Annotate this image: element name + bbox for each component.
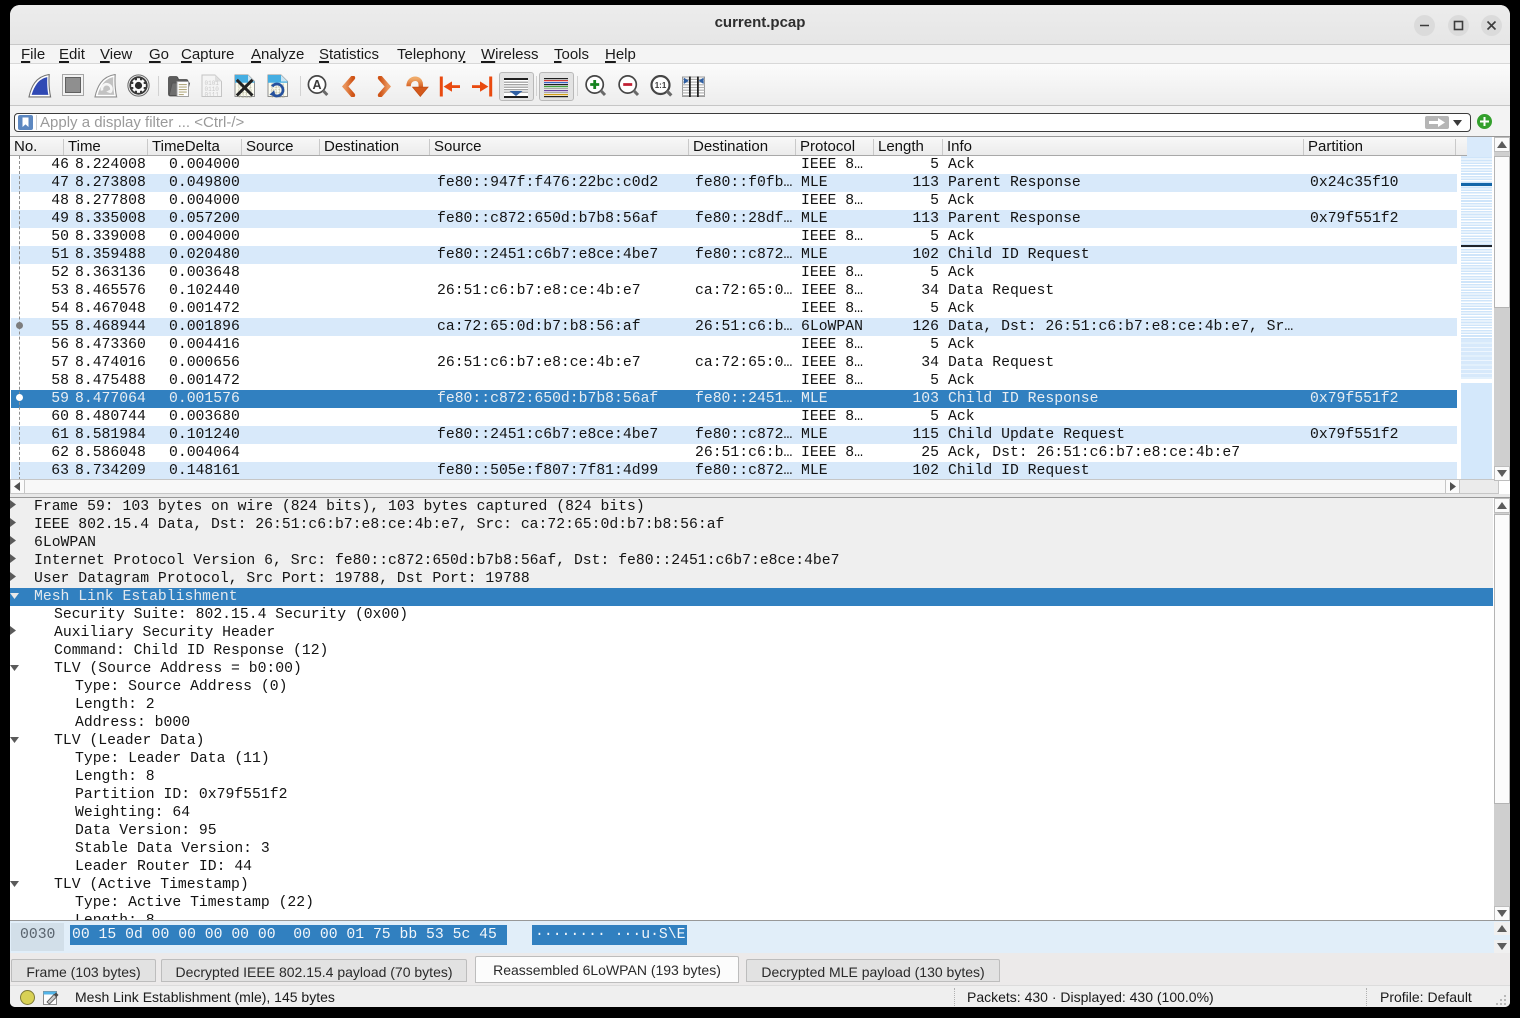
svg-text:0111: 0111 <box>205 92 220 99</box>
svg-text:A: A <box>312 78 321 92</box>
svg-text:1:1: 1:1 <box>655 81 667 90</box>
